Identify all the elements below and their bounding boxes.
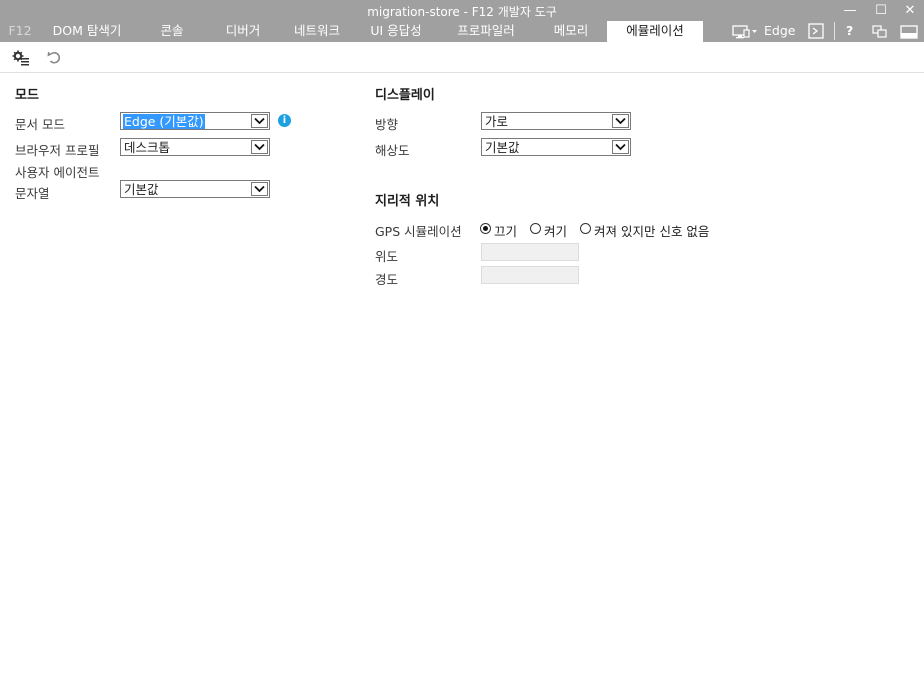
radio-circle bbox=[530, 223, 541, 234]
orientation-value: 가로 bbox=[485, 114, 509, 129]
undock-icon bbox=[872, 25, 887, 38]
user-agent-label-cont: 문자열 bbox=[15, 186, 50, 201]
resolution-select[interactable]: 기본값 bbox=[481, 138, 631, 156]
minimize-button[interactable]: — bbox=[840, 4, 860, 18]
help-button[interactable]: ? bbox=[846, 21, 858, 42]
dock-icon bbox=[900, 25, 918, 39]
chevron-down-icon bbox=[251, 182, 268, 196]
tab-memory[interactable]: 메모리 bbox=[540, 21, 602, 42]
gps-off-radio[interactable]: 끄기 bbox=[480, 222, 520, 239]
document-mode-value: Edge (기본값) bbox=[123, 114, 205, 129]
browser-profile-label: 브라우저 프로필 bbox=[15, 143, 100, 158]
browser-profile-value: 데스크톱 bbox=[124, 140, 171, 155]
console-icon bbox=[808, 23, 824, 39]
tab-emulation[interactable]: 에뮬레이션 bbox=[607, 21, 703, 42]
chevron-down-icon bbox=[251, 140, 268, 154]
longitude-label: 경도 bbox=[375, 272, 399, 287]
toolbar-divider bbox=[834, 22, 835, 40]
target-device-button[interactable] bbox=[732, 21, 760, 42]
tab-debugger[interactable]: 디버거 bbox=[214, 21, 272, 42]
settings-button[interactable] bbox=[12, 50, 30, 66]
gps-on-no-signal-radio[interactable]: 켜져 있지만 신호 없음 bbox=[580, 222, 720, 239]
gps-on-label: 켜기 bbox=[544, 224, 568, 239]
chevron-down-icon bbox=[612, 114, 629, 128]
target-browser-label[interactable]: Edge bbox=[764, 21, 800, 42]
tab-console[interactable]: 콘솔 bbox=[145, 21, 199, 42]
dock-button[interactable] bbox=[900, 24, 918, 40]
radio-dot bbox=[483, 226, 488, 231]
reset-button[interactable] bbox=[46, 50, 64, 66]
orientation-select[interactable]: 가로 bbox=[481, 112, 631, 130]
gps-on-radio[interactable]: 켜기 bbox=[530, 222, 570, 239]
maximize-button[interactable]: ☐ bbox=[871, 4, 891, 18]
monitor-icon bbox=[732, 25, 757, 39]
document-mode-label: 문서 모드 bbox=[15, 117, 65, 132]
user-agent-value: 기본값 bbox=[124, 182, 159, 197]
undo-icon bbox=[47, 51, 61, 64]
user-agent-label: 사용자 에이전트 bbox=[15, 165, 100, 180]
gps-on-no-signal-label: 켜져 있지만 신호 없음 bbox=[594, 224, 710, 239]
gear-list-icon bbox=[12, 50, 29, 66]
tab-profiler[interactable]: 프로파일러 bbox=[448, 21, 524, 42]
tab-f12[interactable]: F12 bbox=[4, 21, 36, 42]
tab-ui-responsiveness[interactable]: UI 응답성 bbox=[362, 21, 430, 42]
undock-button[interactable] bbox=[872, 24, 888, 40]
emulation-toolbar bbox=[0, 42, 924, 73]
gps-off-label: 끄기 bbox=[494, 224, 518, 239]
mode-heading: 모드 bbox=[15, 88, 39, 103]
chevron-down-icon bbox=[612, 140, 629, 154]
orientation-label: 방향 bbox=[375, 117, 399, 132]
tab-network[interactable]: 네트워크 bbox=[284, 21, 350, 42]
document-mode-select[interactable]: Edge (기본값) bbox=[120, 112, 270, 130]
user-agent-select[interactable]: 기본값 bbox=[120, 180, 270, 198]
longitude-input[interactable] bbox=[481, 266, 579, 284]
geolocation-heading: 지리적 위치 bbox=[375, 194, 440, 209]
display-heading: 디스플레이 bbox=[375, 88, 435, 103]
resolution-value: 기본값 bbox=[485, 140, 520, 155]
radio-circle bbox=[580, 223, 591, 234]
radio-circle bbox=[480, 223, 491, 234]
close-button[interactable]: ✕ bbox=[900, 4, 920, 18]
browser-profile-select[interactable]: 데스크톱 bbox=[120, 138, 270, 156]
chevron-down-icon bbox=[251, 114, 268, 128]
info-icon[interactable]: i bbox=[278, 114, 291, 127]
latitude-label: 위도 bbox=[375, 249, 399, 264]
window-title: migration-store - F12 개발자 도구 bbox=[367, 5, 557, 19]
console-toggle-button[interactable] bbox=[808, 23, 824, 39]
resolution-label: 해상도 bbox=[375, 143, 410, 158]
title-bar: migration-store - F12 개발자 도구 — ☐ ✕ F12 D… bbox=[0, 0, 924, 42]
tab-dom-explorer[interactable]: DOM 탐색기 bbox=[46, 21, 128, 42]
latitude-input[interactable] bbox=[481, 243, 579, 261]
gps-simulation-label: GPS 시뮬레이션 bbox=[375, 224, 462, 239]
